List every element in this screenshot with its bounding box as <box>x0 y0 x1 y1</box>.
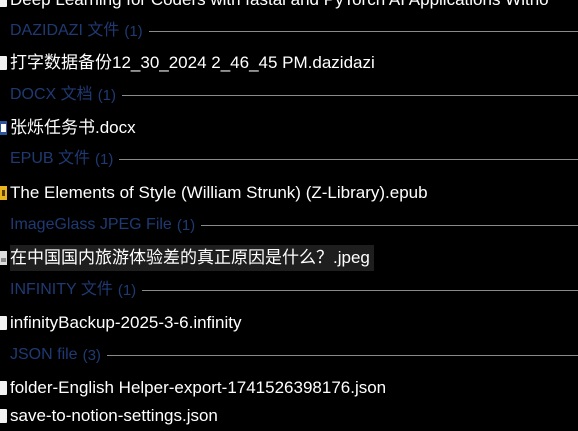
word-document-icon <box>0 121 7 135</box>
group-label: EPUB 文件 <box>10 150 91 167</box>
group-label: INFINITY 文件 <box>10 281 113 298</box>
list-item-selected[interactable]: 在中国国内旅游体验差的真正原因是什么？.jpeg <box>0 243 578 273</box>
group-header-docx[interactable]: DOCX 文档 (1) <box>0 82 578 108</box>
list-item[interactable]: 张烁任务书.docx <box>0 113 578 143</box>
file-name: infinityBackup-2025-3-6.infinity <box>10 313 242 332</box>
group-header-infinity[interactable]: INFINITY 文件 (1) <box>0 277 578 303</box>
file-icon <box>0 316 7 330</box>
group-header-dazidazi[interactable]: DAZIDAZI 文件 (1) <box>0 18 578 44</box>
group-count: (1) <box>97 86 117 104</box>
group-label: ImageGlass JPEG File <box>10 216 172 233</box>
group-divider <box>106 355 578 356</box>
list-item-truncated[interactable]: Deep Learning for Coders with fastai and… <box>0 0 578 9</box>
group-label: JSON file <box>10 346 78 363</box>
epub-file-icon <box>0 186 7 200</box>
group-divider <box>148 31 578 32</box>
file-name: 打字数据备份12_30_2024 2_46_45 PM.dazidazi <box>10 53 375 72</box>
group-count: (1) <box>95 150 114 168</box>
group-header-epub[interactable]: EPUB 文件 (1) <box>0 146 578 172</box>
group-divider <box>201 225 578 226</box>
list-item[interactable]: infinityBackup-2025-3-6.infinity <box>0 308 578 338</box>
file-icon <box>0 381 7 395</box>
group-divider <box>119 159 578 160</box>
list-item[interactable]: 打字数据备份12_30_2024 2_46_45 PM.dazidazi <box>0 48 578 78</box>
file-name: 张烁任务书.docx <box>10 118 136 137</box>
group-header-json[interactable]: JSON file (3) <box>0 342 578 368</box>
group-label: DOCX 文档 <box>10 86 93 103</box>
file-icon <box>0 409 7 423</box>
group-count: (3) <box>82 346 101 364</box>
group-count: (1) <box>124 22 143 40</box>
file-icon <box>0 56 7 70</box>
group-count: (1) <box>176 216 196 234</box>
group-divider <box>142 290 578 291</box>
image-file-icon <box>0 251 7 265</box>
list-item[interactable]: The Elements of Style (William Strunk) (… <box>0 178 578 208</box>
group-header-jpeg[interactable]: ImageGlass JPEG File (1) <box>0 212 578 238</box>
list-item[interactable]: folder-English Helper-export-17415263981… <box>0 373 578 403</box>
file-name: save-to-notion-settings.json <box>10 406 218 425</box>
group-divider <box>122 95 578 96</box>
file-name: 在中国国内旅游体验差的真正原因是什么？.jpeg <box>10 245 374 271</box>
group-label: DAZIDAZI 文件 <box>10 22 120 39</box>
group-count: (1) <box>117 281 137 299</box>
file-name: Deep Learning for Coders with fastai and… <box>10 0 549 9</box>
file-name: The Elements of Style (William Strunk) (… <box>10 183 428 202</box>
file-icon <box>0 0 7 7</box>
file-name: folder-English Helper-export-17415263981… <box>10 378 387 397</box>
